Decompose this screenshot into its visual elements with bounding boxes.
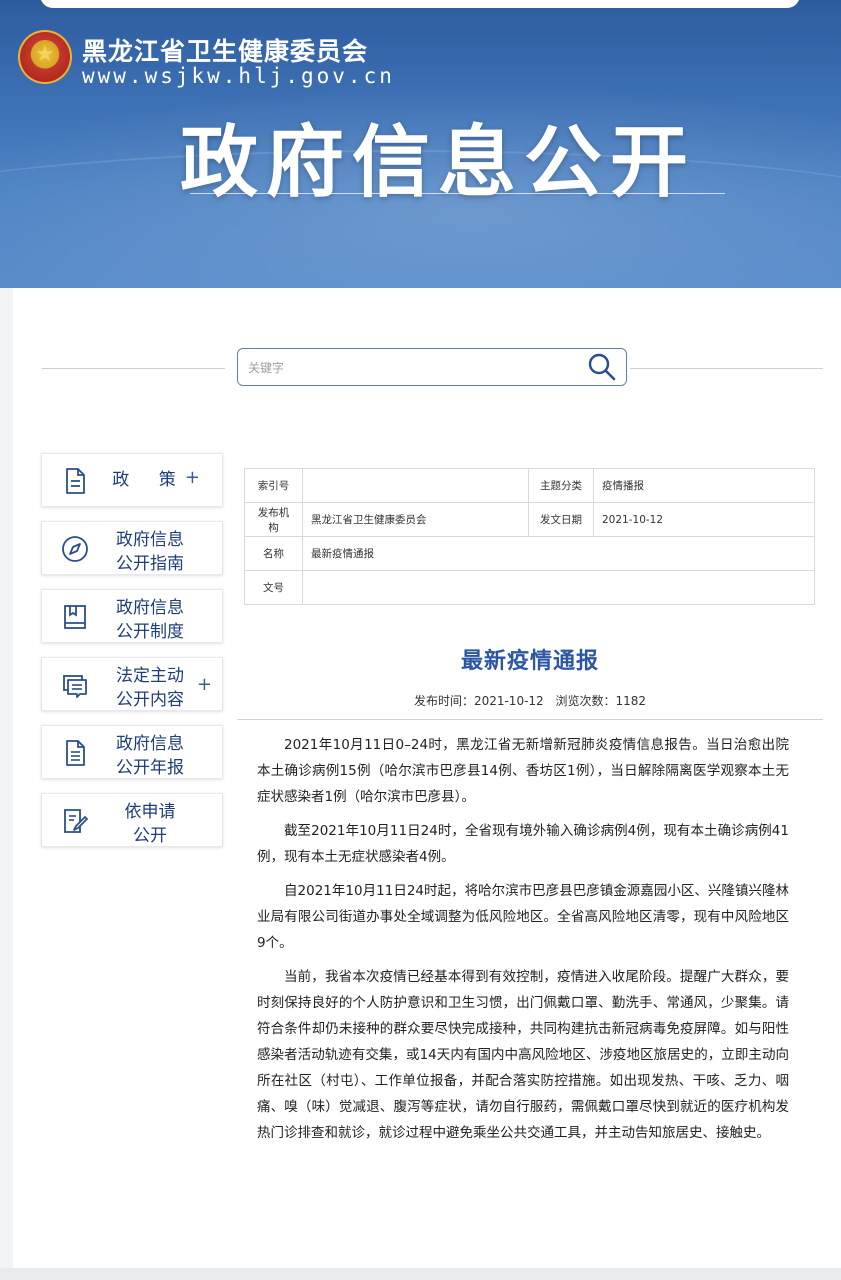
sidebar-item-on-request[interactable]: 依申请 公开 <box>41 793 223 847</box>
chat-list-icon <box>63 675 87 698</box>
article-paragraph: 2021年10月11日0–24时，黑龙江省无新增新冠肺炎疫情信息报告。当日治愈出… <box>257 737 789 805</box>
sidebar-item-label: 政府信息 公开指南 <box>116 530 184 574</box>
article-paragraph: 截至2021年10月11日24时，全省现有境外输入确诊病例4例，现有本土确诊病例… <box>257 823 789 865</box>
meta-value <box>302 468 529 503</box>
search-divider-left <box>42 368 225 369</box>
hero-underline <box>190 193 725 194</box>
sidebar-item-annual-report[interactable]: 政府信息 公开年报 <box>41 725 223 779</box>
document-meta-table: 索引号 主题分类 疫情播报 发布机构 黑龙江省卫生健康委员会 发文日期 2021… <box>244 468 815 605</box>
meta-key: 发文日期 <box>528 502 594 537</box>
meta-value: 疫情播报 <box>593 468 815 503</box>
article-body: 2021年10月11日0–24时，黑龙江省无新增新冠肺炎疫情信息报告。当日治愈出… <box>257 732 789 1154</box>
view-count: 浏览次数：1182 <box>555 694 647 708</box>
site-name[interactable]: 黑龙江省卫生健康委员会 <box>82 32 368 68</box>
meta-key: 索引号 <box>244 468 303 503</box>
compass-icon <box>62 536 88 562</box>
site-header: ★ 黑龙江省卫生健康委员会 www.wsjkw.hlj.gov.cn 政府信息公… <box>0 0 841 288</box>
report-icon <box>66 740 85 766</box>
site-url[interactable]: www.wsjkw.hlj.gov.cn <box>82 64 395 88</box>
browser-top-bar <box>40 0 800 8</box>
sidebar-item-policy[interactable]: 政 策 + <box>41 453 223 507</box>
sidebar-item-label: 政府信息 公开年报 <box>116 734 184 778</box>
meta-value: 2021-10-12 <box>593 502 815 537</box>
meta-key: 名称 <box>244 536 303 571</box>
meta-value <box>302 570 815 605</box>
document-icon <box>66 468 85 494</box>
meta-value: 黑龙江省卫生健康委员会 <box>302 502 529 537</box>
hero-title: 政府信息公开 <box>180 118 697 208</box>
table-row: 索引号 主题分类 疫情播报 <box>244 468 815 503</box>
sidebar-item-label: 依申请 公开 <box>124 802 176 846</box>
meta-key: 主题分类 <box>528 468 594 503</box>
article-title: 最新疫情通报 <box>460 649 599 674</box>
article-divider <box>237 719 823 720</box>
national-emblem-icon: ★ <box>18 30 72 84</box>
meta-value: 最新疫情通报 <box>302 536 815 571</box>
table-row: 发布机构 黑龙江省卫生健康委员会 发文日期 2021-10-12 <box>244 502 815 537</box>
sidebar-item-system[interactable]: 政府信息 公开制度 <box>41 589 223 643</box>
meta-key: 发布机构 <box>244 502 303 537</box>
sidebar-item-label: 政府信息 公开制度 <box>116 598 184 642</box>
expand-plus-icon[interactable]: + <box>197 674 212 695</box>
search-icon[interactable] <box>586 351 618 383</box>
sidebar-item-label: 法定主动 公开内容 <box>116 666 184 710</box>
sidebar-item-statutory-content[interactable]: 法定主动 公开内容 + <box>41 657 223 711</box>
article-paragraph: 当前，我省本次疫情已经基本得到有效控制，疫情进入收尾阶段。提醒广大群众，要时刻保… <box>257 969 789 1141</box>
publish-time: 发布时间：2021-10-12 <box>413 694 544 708</box>
article-publish-info: 发布时间：2021-10-12 浏览次数：1182 <box>237 692 823 709</box>
table-row: 名称 最新疫情通报 <box>244 536 815 571</box>
search-box <box>237 348 627 386</box>
table-row: 文号 <box>244 570 815 605</box>
meta-key: 文号 <box>244 570 303 605</box>
article-paragraph: 自2021年10月11日24时起，将哈尔滨市巴彦县巴彦镇金源嘉园小区、兴隆镇兴隆… <box>257 883 789 951</box>
bottom-band <box>0 1268 841 1280</box>
expand-plus-icon[interactable]: + <box>185 467 200 488</box>
sidebar-item-guide[interactable]: 政府信息 公开指南 <box>41 521 223 575</box>
search-input[interactable] <box>246 356 570 380</box>
edit-form-icon <box>64 809 88 833</box>
book-icon <box>64 605 86 629</box>
search-divider-right <box>630 368 823 369</box>
